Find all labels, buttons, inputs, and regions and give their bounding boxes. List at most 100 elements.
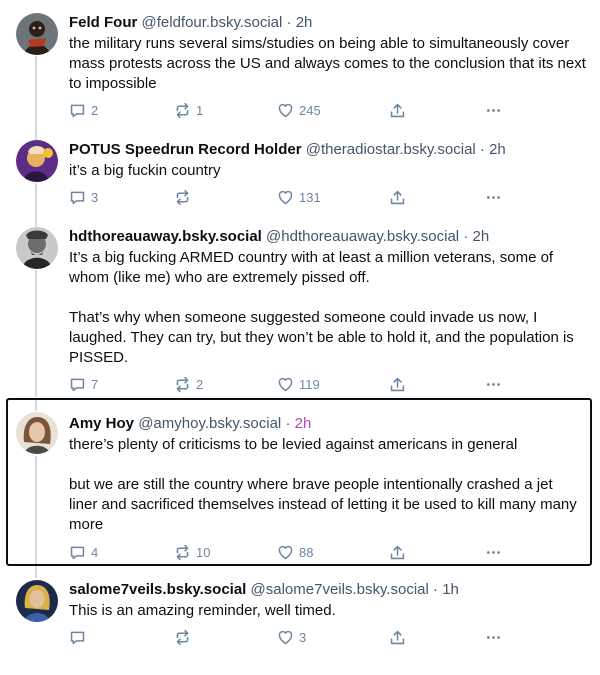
repost-button[interactable]: 2 [174, 374, 203, 394]
post-text: the military runs several sims/studies o… [69, 34, 590, 94]
share-icon [390, 190, 405, 204]
post-text: It’s a big fucking ARMED country with at… [69, 248, 590, 368]
author-handle[interactable]: @hdthoreauaway.bsky.social [266, 228, 459, 245]
avatar-image [16, 140, 58, 182]
reply-count: 7 [91, 376, 99, 392]
repost-button[interactable] [174, 187, 196, 207]
focused-post[interactable]: Amy Hoy @amyhoy.bsky.social · 2h there’s… [6, 398, 592, 566]
reply-count: 4 [91, 544, 99, 560]
reply-button[interactable] [69, 627, 91, 647]
share-button[interactable] [389, 627, 406, 647]
author-name[interactable]: salome7veils.bsky.social [69, 581, 246, 598]
post-header: POTUS Speedrun Record Holder @theradiost… [69, 140, 590, 160]
post-time[interactable]: 2h [489, 141, 506, 158]
post-paragraph: the military runs several sims/studies o… [69, 35, 586, 92]
like-count: 119 [299, 376, 320, 392]
repost-button[interactable]: 1 [174, 100, 203, 120]
post-actions: 4 10 88 [69, 542, 509, 562]
separator-dot: · [433, 581, 439, 598]
heart-icon [278, 103, 293, 117]
post-paragraph: It’s a big fucking ARMED country with at… [69, 249, 554, 286]
post-time[interactable]: 2h [472, 228, 489, 245]
like-button[interactable]: 131 [277, 187, 321, 207]
avatar[interactable] [16, 580, 58, 622]
avatar[interactable] [16, 140, 58, 182]
post-header: Amy Hoy @amyhoy.bsky.social · 2h [69, 414, 580, 434]
repost-icon [176, 189, 189, 205]
reply-icon [70, 378, 85, 391]
repost-icon [176, 544, 189, 560]
repost-button[interactable]: 10 [174, 542, 210, 562]
more-icon [487, 195, 500, 199]
post[interactable]: hdthoreauaway.bsky.social @hdthoreauaway… [0, 227, 600, 397]
like-count: 131 [299, 189, 321, 205]
heart-icon [278, 630, 293, 644]
avatar-image [16, 580, 58, 622]
repost-count: 1 [196, 102, 204, 118]
author-handle[interactable]: @salome7veils.bsky.social [251, 581, 429, 598]
like-button[interactable]: 3 [277, 627, 306, 647]
post-actions: 2 1 245 [69, 100, 509, 120]
reply-icon [70, 546, 85, 559]
reply-icon [70, 104, 85, 117]
like-button[interactable]: 119 [277, 374, 320, 394]
separator-dot: · [286, 14, 292, 31]
post-time[interactable]: 2h [296, 14, 313, 31]
share-button[interactable] [389, 100, 406, 120]
post-thread: Feld Four @feldfour.bsky.social · 2h the… [0, 0, 600, 675]
reply-button[interactable]: 2 [69, 100, 98, 120]
author-handle[interactable]: @feldfour.bsky.social [142, 14, 283, 31]
author-name[interactable]: Feld Four [69, 14, 137, 31]
avatar-image [16, 227, 58, 269]
share-icon [390, 545, 405, 559]
post-paragraph: That’s why when someone suggested someon… [69, 309, 574, 366]
author-handle[interactable]: @theradiostar.bsky.social [306, 141, 476, 158]
separator-dot: · [285, 415, 291, 432]
reply-button[interactable]: 4 [69, 542, 98, 562]
post-time[interactable]: 1h [442, 581, 459, 598]
separator-dot: · [463, 228, 469, 245]
post-actions: 7 2 119 [69, 374, 509, 394]
more-icon [487, 635, 500, 639]
post-paragraph: there’s plenty of criticisms to be levie… [69, 436, 518, 453]
post-header: salome7veils.bsky.social @salome7veils.b… [69, 580, 590, 600]
repost-button[interactable] [174, 627, 196, 647]
reply-count: 3 [91, 189, 99, 205]
reply-count: 2 [91, 102, 99, 118]
avatar[interactable] [16, 227, 58, 269]
post-header: Feld Four @feldfour.bsky.social · 2h [69, 13, 590, 33]
author-name[interactable]: hdthoreauaway.bsky.social [69, 228, 262, 245]
share-button[interactable] [389, 374, 406, 394]
reply-button[interactable]: 7 [69, 374, 98, 394]
post-actions: 3 131 [69, 187, 509, 207]
more-icon [487, 382, 500, 386]
heart-icon [278, 377, 293, 391]
more-options-button[interactable] [485, 542, 502, 562]
more-icon [487, 108, 500, 112]
more-options-button[interactable] [485, 100, 502, 120]
post[interactable]: POTUS Speedrun Record Holder @theradiost… [0, 140, 600, 215]
author-name[interactable]: POTUS Speedrun Record Holder [69, 141, 302, 158]
post-time[interactable]: 2h [295, 415, 312, 432]
reply-button[interactable]: 3 [69, 187, 98, 207]
repost-icon [176, 102, 189, 118]
share-button[interactable] [389, 187, 406, 207]
share-button[interactable] [389, 542, 406, 562]
post[interactable]: Feld Four @feldfour.bsky.social · 2h the… [0, 13, 600, 128]
avatar[interactable] [16, 412, 58, 454]
like-button[interactable]: 88 [277, 542, 313, 562]
more-options-button[interactable] [485, 187, 502, 207]
like-count: 3 [299, 629, 307, 645]
more-options-button[interactable] [485, 374, 502, 394]
reply-icon [70, 631, 85, 644]
post[interactable]: salome7veils.bsky.social @salome7veils.b… [0, 580, 600, 655]
heart-icon [278, 190, 293, 204]
reply-icon [70, 191, 85, 204]
avatar[interactable] [16, 13, 58, 55]
repost-count: 10 [196, 544, 211, 560]
like-button[interactable]: 245 [277, 100, 321, 120]
more-options-button[interactable] [485, 627, 502, 647]
author-name[interactable]: Amy Hoy [69, 415, 134, 432]
avatar-image [16, 13, 58, 55]
author-handle[interactable]: @amyhoy.bsky.social [138, 415, 281, 432]
